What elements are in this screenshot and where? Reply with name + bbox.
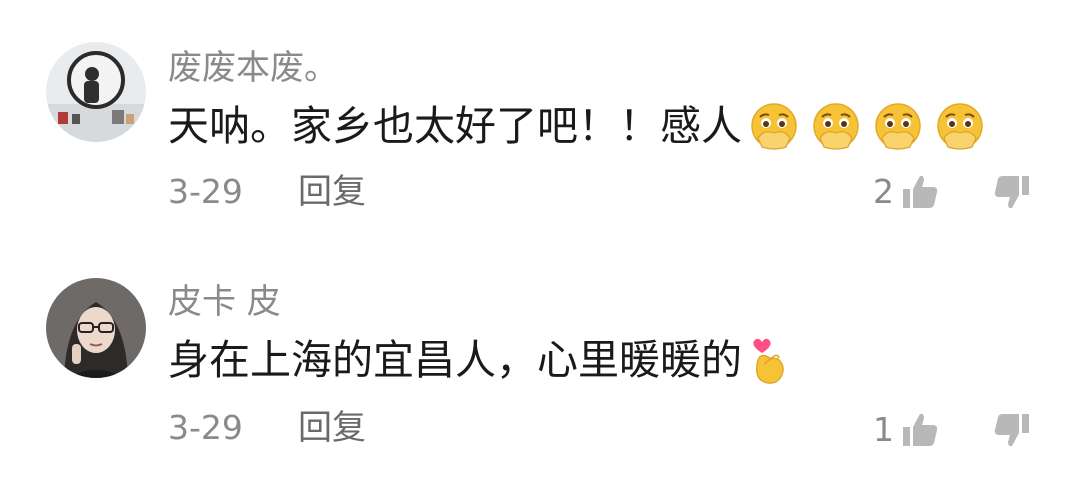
reply-button[interactable]: 回复 — [298, 408, 366, 448]
username[interactable]: 皮卡 皮 — [168, 282, 281, 322]
holding-back-tears-emoji — [872, 100, 924, 152]
holding-back-tears-emoji — [934, 100, 986, 152]
comment-text-body: 天呐。家乡也太好了吧！！感人 — [168, 102, 742, 150]
avatar[interactable] — [46, 278, 146, 378]
comment-date: 3-29 — [168, 172, 243, 211]
comment-item: 废废本废。 天呐。家乡也太好了吧！！感人 3-29 回复 2 — [0, 0, 1080, 240]
comment-date: 3-29 — [168, 408, 243, 447]
holding-back-tears-emoji — [748, 100, 800, 152]
holding-back-tears-emoji — [810, 100, 862, 152]
like-count: 1 — [873, 410, 894, 449]
avatar[interactable] — [46, 42, 146, 142]
thumbs-down-icon[interactable] — [992, 410, 1032, 450]
comment-text: 天呐。家乡也太好了吧！！感人 — [168, 100, 986, 152]
like-count: 2 — [873, 172, 894, 211]
reply-button[interactable]: 回复 — [298, 172, 366, 212]
comment-item: 皮卡 皮 身在上海的宜昌人，心里暖暖的 3-29 回复 1 — [0, 240, 1080, 480]
thumbs-up-icon[interactable] — [900, 172, 940, 212]
finger-heart-emoji — [748, 334, 788, 386]
username[interactable]: 废废本废。 — [168, 48, 338, 88]
thumbs-down-icon[interactable] — [992, 172, 1032, 212]
comment-text: 身在上海的宜昌人，心里暖暖的 — [168, 334, 788, 386]
thumbs-up-icon[interactable] — [900, 410, 940, 450]
comment-text-body: 身在上海的宜昌人，心里暖暖的 — [168, 336, 742, 384]
